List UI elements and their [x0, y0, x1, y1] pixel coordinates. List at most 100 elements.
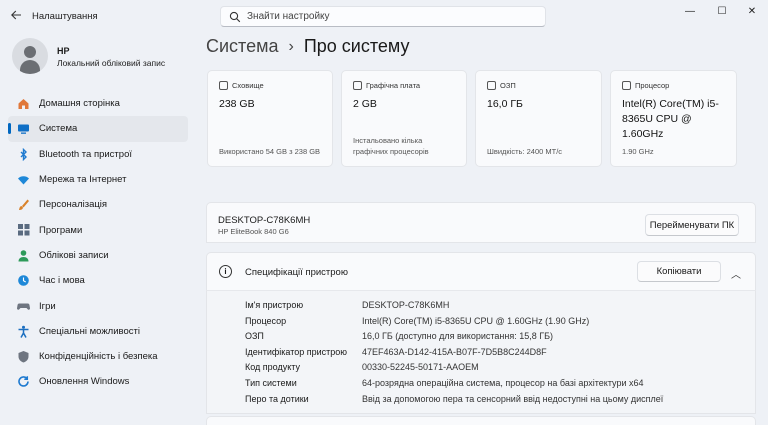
user-name: HP: [57, 46, 70, 56]
sidebar-item-label: Програми: [39, 224, 83, 236]
device-name-row: DESKTOP-C78K6MH HP EliteBook 840 G6 Пере…: [206, 202, 756, 243]
breadcrumb-separator: ›: [288, 37, 294, 55]
spec-key: Ім'я пристрою: [245, 300, 304, 310]
page-title: Про систему: [303, 36, 410, 56]
cpu-card[interactable]: Процесор Intel(R) Core(TM) i5-8365U CPU …: [610, 70, 737, 167]
device-name: DESKTOP-C78K6MH: [218, 215, 311, 226]
brush-icon: [19, 199, 29, 211]
card-value: 16,0 ГБ: [487, 98, 523, 110]
spec-value: 64-розрядна операційна система, процесор…: [362, 378, 644, 388]
sidebar: Домашня сторінка Система Bluetooth та пр…: [8, 91, 188, 395]
back-button[interactable]: [8, 7, 24, 23]
home-icon: [18, 99, 29, 109]
sidebar-item-label: Облікові записи: [39, 249, 109, 261]
spec-value: 16,0 ГБ (доступно для використання: 15,8…: [362, 331, 554, 342]
card-sub: 1.90 GHz: [622, 147, 654, 156]
sidebar-item-label: Оновлення Windows: [39, 376, 130, 388]
network-icon: [18, 176, 29, 185]
sidebar-item[interactable]: Мережа та Інтернет: [8, 167, 188, 192]
sidebar-item[interactable]: Час і мова: [8, 268, 188, 293]
spec-value: Intel(R) Core(TM) i5-8365U CPU @ 1.60GHz…: [362, 315, 590, 326]
sidebar-item[interactable]: Спеціальні можливості: [8, 319, 188, 344]
spec-value: Ввід за допомогою пера та сенсорний ввід…: [362, 393, 664, 404]
card-sub: Використано 54 GB з 238 GB: [219, 147, 321, 156]
system-icon: [18, 124, 29, 135]
chevron-up-icon[interactable]: ︿: [731, 266, 741, 281]
card-category: Процесор: [635, 81, 670, 90]
spec-row: Ідентифікатор пристрою 47EF463A-D142-415…: [207, 347, 755, 363]
search-input[interactable]: [247, 9, 537, 24]
spec-row: ОЗП 16,0 ГБ (доступно для використання: …: [207, 331, 755, 347]
apps-icon: [18, 224, 30, 236]
rename-pc-button[interactable]: Перейменувати ПК: [645, 214, 739, 236]
card-category: Сховище: [232, 81, 264, 90]
gaming-icon: [17, 303, 30, 311]
card-category: ОЗП: [500, 81, 516, 90]
spec-row: Ім'я пристрою DESKTOP-C78K6MH: [207, 300, 755, 316]
title-bar: Налаштування — ☐ ✕: [0, 0, 768, 32]
spec-key: ОЗП: [245, 331, 264, 342]
card-category: Графічна плата: [366, 81, 421, 90]
ram-icon: [487, 81, 496, 90]
accessibility-icon: [18, 325, 29, 338]
card-value: 2 GB: [353, 98, 377, 110]
breadcrumb-parent[interactable]: Система: [206, 36, 279, 57]
avatar[interactable]: [12, 38, 48, 74]
spec-row: Процесор Intel(R) Core(TM) i5-8365U CPU …: [207, 316, 755, 332]
device-specs-body: Ім'я пристрою DESKTOP-C78K6MH Процесор In…: [206, 290, 756, 414]
sidebar-item-label: Конфіденційність і безпека: [39, 351, 158, 363]
sidebar-item[interactable]: Конфіденційність і безпека: [8, 344, 188, 369]
sidebar-item-label: Система: [39, 123, 78, 135]
avatar-body-shape: [20, 60, 40, 74]
windows-update-icon: [18, 376, 29, 388]
copy-button[interactable]: Копіювати: [637, 261, 721, 282]
spec-row: Тип системи 64-розрядна операційна систе…: [207, 378, 755, 394]
account-type: Локальний обліковий запис: [57, 58, 166, 68]
sidebar-item-label: Мережа та Інтернет: [39, 174, 127, 186]
sidebar-item-label: Bluetooth та пристрої: [39, 148, 132, 160]
sidebar-item[interactable]: Bluetooth та пристрої: [8, 142, 188, 167]
spec-key: Тип системи: [245, 378, 297, 388]
spec-key: Ідентифікатор пристрою: [245, 346, 348, 357]
spec-value: 47EF463A-D142-415A-B07F-7D5B8C244D8F: [362, 346, 547, 357]
spec-key: Процесор: [245, 315, 287, 326]
storage-card[interactable]: Сховище 238 GB Використано 54 GB з 238 G…: [207, 70, 333, 167]
spec-value: DESKTOP-C78K6MH: [362, 300, 450, 310]
search-icon: [229, 11, 241, 23]
spec-key: Код продукту: [245, 362, 301, 373]
sidebar-item-label: Спеціальні можливості: [39, 325, 140, 337]
sidebar-item[interactable]: Персоналізація: [8, 192, 188, 217]
cpu-icon: [622, 81, 631, 90]
card-value: Intel(R) Core(TM) i5-8365U CPU @ 1.60GHz: [622, 98, 719, 140]
spec-value: 00330-52245-50171-AAOEM: [362, 362, 479, 373]
spec-row: Код продукту 00330-52245-50171-AAOEM: [207, 362, 755, 378]
gpu-icon: [353, 81, 362, 90]
app-title: Налаштування: [32, 11, 98, 22]
breadcrumb: Система › Про систему: [206, 36, 409, 57]
sidebar-item-label: Час і мова: [39, 275, 85, 287]
sidebar-item[interactable]: Програми: [8, 217, 188, 242]
close-button[interactable]: ✕: [738, 2, 766, 20]
ram-card[interactable]: ОЗП 16,0 ГБ Швидкість: 2400 МТ/с: [475, 70, 602, 167]
avatar-head-shape: [24, 46, 36, 58]
sidebar-item[interactable]: Облікові записи: [8, 243, 188, 268]
spec-row: Перо та дотики Ввід за допомогою пера та…: [207, 394, 755, 410]
time-language-icon: [18, 275, 29, 286]
next-section-card: [206, 416, 756, 425]
card-sub: Інстальовано кілька графічних процесорів: [353, 136, 429, 156]
maximize-button[interactable]: ☐: [708, 2, 736, 20]
device-specs-header[interactable]: i Специфікації пристрою Копіювати ︿: [206, 252, 756, 290]
device-model: HP EliteBook 840 G6: [218, 227, 289, 236]
device-specs-title: Специфікації пристрою: [245, 267, 348, 278]
gpu-card[interactable]: Графічна плата 2 GB Інстальовано кілька …: [341, 70, 467, 167]
sidebar-item-label: Персоналізація: [39, 199, 108, 211]
minimize-button[interactable]: —: [676, 2, 704, 20]
sidebar-item[interactable]: Домашня сторінка: [8, 91, 188, 116]
bluetooth-icon: [20, 147, 27, 161]
sidebar-item[interactable]: Система: [8, 116, 188, 142]
sidebar-item[interactable]: Ігри: [8, 293, 188, 318]
storage-icon: [219, 81, 228, 90]
sidebar-item[interactable]: Оновлення Windows: [8, 369, 188, 394]
search-box[interactable]: [220, 6, 546, 27]
sidebar-item-label: Ігри: [39, 300, 56, 312]
